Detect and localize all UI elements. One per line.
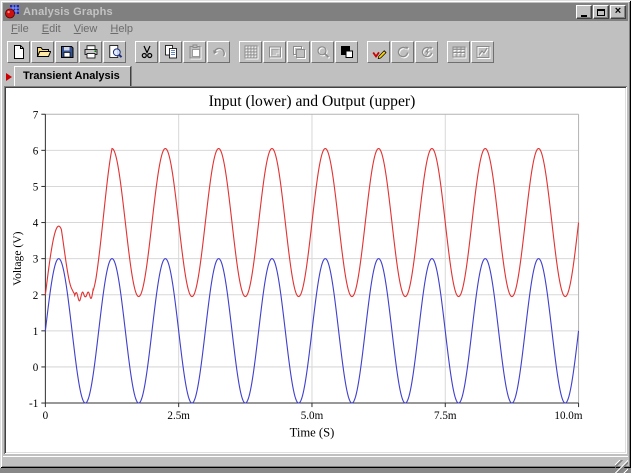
toolbar-separator bbox=[127, 41, 135, 63]
report-icon bbox=[475, 44, 491, 60]
tab-bar: Transient Analysis bbox=[3, 65, 628, 86]
overlay-button bbox=[287, 41, 310, 63]
copy-icon bbox=[163, 44, 179, 60]
toolbar-separator bbox=[359, 41, 367, 63]
cycle-button bbox=[391, 41, 414, 63]
print-button[interactable] bbox=[79, 41, 102, 63]
y-tick-label: 0 bbox=[33, 362, 39, 374]
minimize-icon bbox=[581, 15, 587, 17]
minimize-button[interactable] bbox=[576, 5, 592, 19]
x-axis-label: Time (S) bbox=[290, 425, 335, 439]
title-bar: Analysis Graphs × bbox=[3, 3, 628, 21]
analysis-graphs-window: Analysis Graphs × FileEditViewHelp Trans… bbox=[0, 0, 631, 468]
y-tick-label: 4 bbox=[33, 218, 39, 230]
maximize-button[interactable] bbox=[593, 5, 609, 19]
legend-button bbox=[263, 41, 286, 63]
app-icon bbox=[5, 5, 20, 19]
resize-grip[interactable] bbox=[615, 460, 628, 473]
y-tick-label: -1 bbox=[29, 398, 38, 410]
cycle-run-icon bbox=[419, 44, 435, 60]
pencil-check-button[interactable] bbox=[367, 41, 390, 63]
grid-icon bbox=[243, 44, 259, 60]
tab-transient-analysis[interactable]: Transient Analysis bbox=[14, 66, 131, 86]
menu-help[interactable]: Help bbox=[104, 22, 140, 37]
menu-view[interactable]: View bbox=[68, 22, 105, 37]
paste-icon bbox=[187, 44, 203, 60]
print-preview-button[interactable] bbox=[103, 41, 126, 63]
y-tick-label: 2 bbox=[33, 290, 39, 302]
pencil-check-icon bbox=[371, 44, 387, 60]
close-icon: × bbox=[615, 6, 621, 17]
y-tick-label: 3 bbox=[33, 254, 39, 266]
new-document-icon bbox=[11, 44, 27, 60]
toolbar-separator bbox=[439, 41, 447, 63]
red-arrow-icon bbox=[6, 73, 12, 81]
window-title: Analysis Graphs bbox=[23, 6, 575, 18]
x-tick-label: 2.5m bbox=[167, 410, 190, 422]
zoom-icon bbox=[315, 44, 331, 60]
foreground-icon bbox=[339, 44, 355, 60]
menu-bar: FileEditViewHelp bbox=[3, 21, 628, 38]
save-icon bbox=[59, 44, 75, 60]
open-folder-icon bbox=[35, 44, 51, 60]
x-tick-label: 5.0m bbox=[301, 410, 324, 422]
undo-icon bbox=[211, 44, 227, 60]
save-button[interactable] bbox=[55, 41, 78, 63]
cut-icon bbox=[139, 44, 155, 60]
toolbar-separator bbox=[231, 41, 239, 63]
table-button bbox=[447, 41, 470, 63]
transient-analysis-chart: -1 0 1 2 3 4 5 6 7 0 2.5m 5.0m 7.5m 10.0m Input (lower… bbox=[7, 89, 624, 451]
table-icon bbox=[451, 44, 467, 60]
y-tick-label: 1 bbox=[33, 326, 39, 338]
cycle-run-button bbox=[415, 41, 438, 63]
y-axis-label: Voltage (V) bbox=[11, 231, 24, 285]
print-preview-icon bbox=[107, 44, 123, 60]
y-tick-label: 5 bbox=[33, 181, 39, 193]
menu-file[interactable]: File bbox=[5, 22, 36, 37]
x-tick-label: 10.0m bbox=[554, 410, 582, 422]
close-button[interactable]: × bbox=[610, 5, 626, 19]
x-tick-label: 0 bbox=[43, 410, 49, 422]
legend-icon bbox=[267, 44, 283, 60]
y-tick-label: 6 bbox=[33, 145, 39, 157]
status-bar bbox=[3, 456, 628, 473]
print-icon bbox=[83, 44, 99, 60]
cycle-icon bbox=[395, 44, 411, 60]
open-folder-button[interactable] bbox=[31, 41, 54, 63]
chart-title: Input (lower) and Output (upper) bbox=[209, 93, 416, 110]
toolbar bbox=[3, 38, 628, 65]
new-document-button[interactable] bbox=[7, 41, 30, 63]
paste-button bbox=[183, 41, 206, 63]
cut-button[interactable] bbox=[135, 41, 158, 63]
x-tick-label: 7.5m bbox=[434, 410, 457, 422]
report-button bbox=[471, 41, 494, 63]
copy-button[interactable] bbox=[159, 41, 182, 63]
grid-button bbox=[239, 41, 262, 63]
overlay-icon bbox=[291, 44, 307, 60]
y-tick-label: 7 bbox=[33, 109, 39, 121]
foreground-button[interactable] bbox=[335, 41, 358, 63]
chart-panel: -1 0 1 2 3 4 5 6 7 0 2.5m 5.0m 7.5m 10.0m Input (lower… bbox=[4, 86, 627, 454]
zoom-button bbox=[311, 41, 334, 63]
maximize-icon bbox=[597, 9, 605, 16]
menu-edit[interactable]: Edit bbox=[36, 22, 68, 37]
undo-button bbox=[207, 41, 230, 63]
